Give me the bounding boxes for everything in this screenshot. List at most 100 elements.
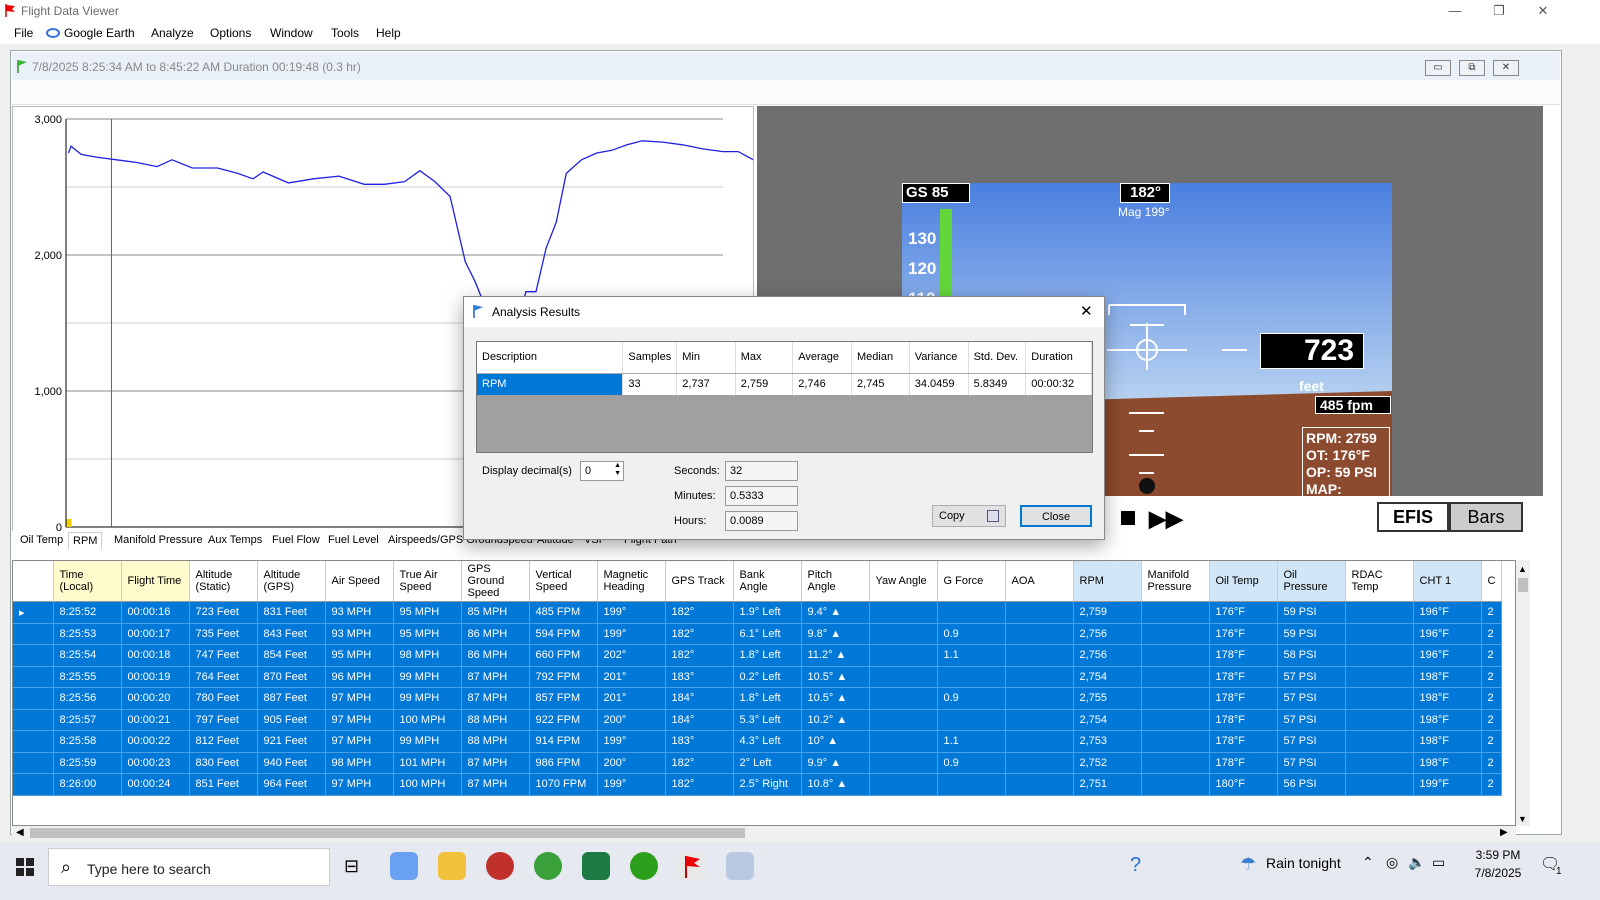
grid-cell[interactable]: 99 MPH bbox=[393, 666, 462, 688]
grid-cell[interactable]: 95 MPH bbox=[393, 601, 462, 624]
grid-cell[interactable]: 58 PSI bbox=[1277, 644, 1346, 667]
grid-cell[interactable]: 10.8° ▲ bbox=[801, 773, 870, 796]
grid-header[interactable]: G Force bbox=[937, 561, 1006, 602]
grid-cell[interactable] bbox=[13, 730, 54, 753]
grid-cell[interactable] bbox=[1005, 666, 1074, 688]
grid-cell[interactable]: 2,752 bbox=[1073, 752, 1142, 774]
grid-cell[interactable]: 0.9 bbox=[937, 687, 1006, 710]
grid-cell[interactable]: 870 Feet bbox=[257, 666, 326, 688]
grid-cell[interactable]: 182° bbox=[665, 601, 734, 624]
ip-app-icon[interactable] bbox=[486, 852, 514, 880]
grid-cell[interactable]: 183° bbox=[665, 666, 734, 688]
paint-icon[interactable] bbox=[726, 852, 754, 880]
grid-cell[interactable]: 178°F bbox=[1209, 709, 1278, 731]
grid-cell[interactable]: 97 MPH bbox=[325, 687, 394, 710]
menu-analyze[interactable]: Analyze bbox=[151, 26, 194, 40]
seconds-field[interactable]: 32 bbox=[725, 461, 798, 481]
results-cell[interactable]: 33 bbox=[622, 373, 678, 395]
grid-cell[interactable]: 97 MPH bbox=[325, 730, 394, 753]
results-cell[interactable]: 00:00:32 bbox=[1025, 373, 1092, 395]
grid-cell[interactable]: 1.9° Left bbox=[733, 601, 802, 624]
grid-header[interactable]: GPS Track bbox=[665, 561, 734, 602]
grid-cell[interactable] bbox=[937, 773, 1006, 796]
grid-header[interactable]: True Air Speed bbox=[393, 561, 462, 602]
grid-cell[interactable] bbox=[869, 601, 938, 624]
grid-cell[interactable]: 2.5° Right bbox=[733, 773, 802, 796]
grid-cell[interactable]: 792 FPM bbox=[529, 666, 598, 688]
grid-cell[interactable] bbox=[1005, 752, 1074, 774]
spinner-arrows-icon[interactable]: ▲ ▼ bbox=[614, 462, 621, 478]
grid-cell[interactable] bbox=[1141, 709, 1210, 731]
grid-cell[interactable] bbox=[1345, 752, 1414, 774]
dialog-close-icon[interactable]: ✕ bbox=[1080, 302, 1093, 320]
grid-cell[interactable]: 87 MPH bbox=[461, 752, 530, 774]
grid-cell[interactable] bbox=[1005, 687, 1074, 710]
grid-cell[interactable]: 184° bbox=[665, 687, 734, 710]
close-window-button[interactable]: ✕ bbox=[1520, 0, 1566, 22]
results-cell[interactable]: 2,745 bbox=[851, 373, 910, 395]
grid-cell[interactable] bbox=[1005, 730, 1074, 753]
results-header[interactable]: Std. Dev. bbox=[968, 342, 1027, 374]
scroll-thumb[interactable] bbox=[1518, 578, 1528, 592]
grid-header[interactable]: RPM bbox=[1073, 561, 1142, 602]
grid-cell[interactable]: 831 Feet bbox=[257, 601, 326, 624]
copy-button[interactable]: Copy bbox=[932, 505, 1006, 527]
tab-fuel-flow[interactable]: Fuel Flow bbox=[272, 534, 320, 546]
grid-cell[interactable]: 59 PSI bbox=[1277, 623, 1346, 645]
grid-cell[interactable]: 184° bbox=[665, 709, 734, 731]
grid-cell[interactable] bbox=[1345, 709, 1414, 731]
search-box[interactable]: ⌕ Type here to search bbox=[48, 848, 330, 886]
grid-cell[interactable]: 986 FPM bbox=[529, 752, 598, 774]
grid-cell[interactable]: 198°F bbox=[1413, 666, 1482, 688]
grid-cell[interactable] bbox=[1141, 644, 1210, 667]
grid-cell[interactable]: 99 MPH bbox=[393, 687, 462, 710]
grid-cell[interactable]: 100 MPH bbox=[393, 773, 462, 796]
grid-cell[interactable]: 812 Feet bbox=[189, 730, 258, 753]
grid-cell[interactable]: 00:00:17 bbox=[121, 623, 190, 645]
grid-cell[interactable] bbox=[869, 709, 938, 731]
grid-cell[interactable]: 9.8° ▲ bbox=[801, 623, 870, 645]
child-minimize-button[interactable]: ▭ bbox=[1425, 60, 1451, 76]
grid-cell[interactable]: 2,751 bbox=[1073, 773, 1142, 796]
grid-header[interactable]: Air Speed bbox=[325, 561, 394, 602]
grid-cell[interactable]: 85 MPH bbox=[461, 601, 530, 624]
grid-cell[interactable] bbox=[937, 666, 1006, 688]
grid-header[interactable]: Time (Local) bbox=[53, 561, 122, 602]
tab-manifold-pressure[interactable]: Manifold Pressure bbox=[114, 534, 203, 546]
copilot-icon[interactable] bbox=[390, 852, 418, 880]
table-row[interactable]: 8:25:53 00:00:17 735 Feet 843 Feet 93 MPH 95 … bbox=[13, 623, 1503, 645]
grid-cell[interactable]: 183° bbox=[665, 730, 734, 753]
grid-cell[interactable]: 8:25:54 bbox=[53, 644, 122, 667]
grid-cell[interactable]: 887 Feet bbox=[257, 687, 326, 710]
grid-cell[interactable]: 180°F bbox=[1209, 773, 1278, 796]
grid-header[interactable]: CHT 1 bbox=[1413, 561, 1482, 602]
grid-cell[interactable]: 57 PSI bbox=[1277, 709, 1346, 731]
tab-fuel-level[interactable]: Fuel Level bbox=[328, 534, 379, 546]
grid-cell[interactable]: 00:00:23 bbox=[121, 752, 190, 774]
grid-cell[interactable] bbox=[869, 730, 938, 753]
tab-rpm[interactable]: RPM bbox=[68, 532, 103, 549]
grid-cell[interactable]: 1070 FPM bbox=[529, 773, 598, 796]
stop-icon[interactable] bbox=[1121, 511, 1135, 525]
grid-cell[interactable]: 86 MPH bbox=[461, 644, 530, 667]
grid-cell[interactable]: 199° bbox=[597, 730, 666, 753]
tab-aux-temps[interactable]: Aux Temps bbox=[208, 534, 262, 546]
grid-cell[interactable]: 8:25:57 bbox=[53, 709, 122, 731]
grid-cell[interactable]: 5.3° Left bbox=[733, 709, 802, 731]
grid-cell[interactable]: 198°F bbox=[1413, 687, 1482, 710]
excel-icon[interactable] bbox=[582, 852, 610, 880]
results-header[interactable]: Samples bbox=[622, 342, 678, 374]
grid-cell[interactable] bbox=[869, 623, 938, 645]
results-header[interactable]: Duration bbox=[1025, 342, 1092, 374]
grid-cell[interactable]: 9.4° ▲ bbox=[801, 601, 870, 624]
grid-cell[interactable] bbox=[869, 644, 938, 667]
grid-cell[interactable]: 178°F bbox=[1209, 666, 1278, 688]
hours-field[interactable]: 0.0089 bbox=[725, 511, 798, 531]
results-header[interactable]: Median bbox=[851, 342, 910, 374]
table-row[interactable]: 8:25:57 00:00:21 797 Feet 905 Feet 97 MPH 100… bbox=[13, 709, 1503, 731]
grid-cell[interactable] bbox=[937, 709, 1006, 731]
hscroll-thumb[interactable] bbox=[30, 828, 745, 838]
grid-cell[interactable]: 198°F bbox=[1413, 709, 1482, 731]
results-cell[interactable]: 34.0459 bbox=[909, 373, 969, 395]
grid-cell[interactable] bbox=[13, 709, 54, 731]
